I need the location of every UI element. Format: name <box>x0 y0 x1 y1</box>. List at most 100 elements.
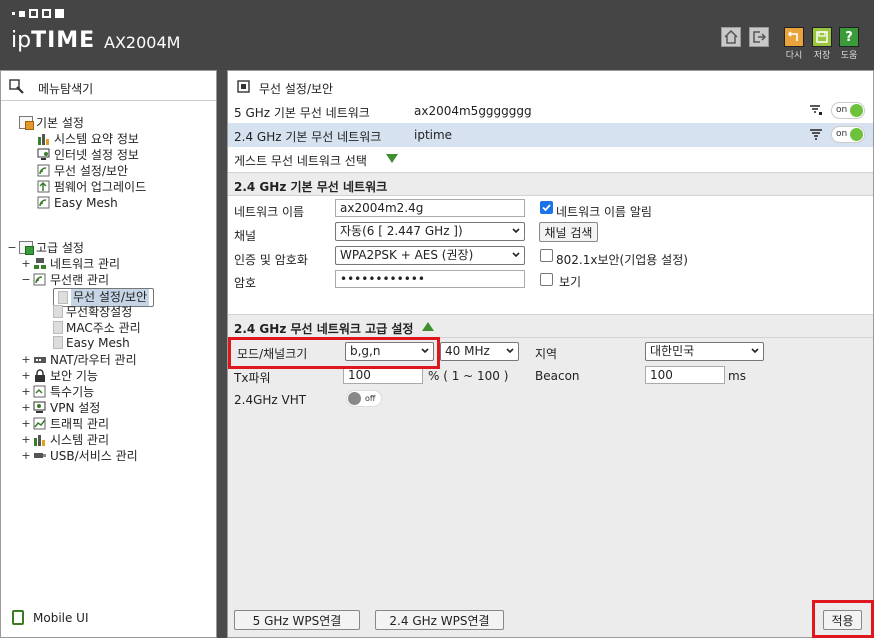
home-button[interactable] <box>721 27 741 47</box>
section-icon <box>237 80 250 93</box>
broadcast-checkbox[interactable] <box>540 201 553 214</box>
network-row-24ghz[interactable]: 2.4 GHz 기본 무선 네트워크 iptime on <box>228 123 873 147</box>
network-name: 2.4 GHz 기본 무선 네트워크 <box>234 130 382 144</box>
tree-item-network[interactable]: + 네트워크 관리 <box>21 256 120 271</box>
search-icon <box>9 79 24 94</box>
auth-select[interactable]: WPA2PSK + AES (권장) <box>335 246 525 265</box>
tree-item-mac[interactable]: MAC주소 관리 <box>53 320 141 335</box>
tree-item-label: VPN 설정 <box>50 401 101 415</box>
enterprise-checkbox[interactable] <box>540 249 553 262</box>
auth-label: 인증 및 암호화 <box>234 253 308 267</box>
tx-power-label: Tx파워 <box>234 371 271 385</box>
chart-icon <box>33 433 47 446</box>
expand-icon[interactable]: + <box>21 353 31 366</box>
save-button[interactable] <box>812 27 832 47</box>
mobile-ui-link[interactable]: Mobile UI <box>12 610 89 625</box>
filter-icon[interactable] <box>810 105 822 116</box>
tree-advanced-settings[interactable]: − 고급 설정 <box>7 240 84 255</box>
beacon-label: Beacon <box>535 369 580 383</box>
channel-width-select[interactable]: 40 MHz <box>440 342 519 361</box>
tree-basic-settings-label: 기본 설정 <box>36 116 84 130</box>
channel-select[interactable]: 자동(6 [ 2.447 GHz ]) <box>335 222 525 241</box>
tx-power-range: % ( 1 ~ 100 ) <box>428 369 509 383</box>
folder-plus-icon <box>19 116 34 130</box>
beacon-input[interactable]: 100 <box>645 366 725 384</box>
tree-item-system[interactable]: + 시스템 관리 <box>21 432 109 447</box>
basic-section-header: 2.4 GHz 기본 무선 네트워크 <box>228 172 873 196</box>
tree-item-easymesh-sub[interactable]: Easy Mesh <box>53 335 130 350</box>
page-title: 무선 설정/보안 <box>259 82 334 96</box>
tree-item-label: 트래픽 관리 <box>50 417 110 431</box>
expand-icon[interactable]: + <box>21 385 31 398</box>
tree-item-system-summary[interactable]: 시스템 요약 정보 <box>37 131 139 146</box>
usb-icon <box>33 449 47 462</box>
network-toggle[interactable]: on <box>831 102 865 119</box>
tree-advanced-settings-label: 고급 설정 <box>36 241 84 255</box>
chart-icon <box>37 132 51 145</box>
router-icon <box>33 353 47 366</box>
triangle-up-icon[interactable] <box>422 322 434 331</box>
channel-search-button[interactable]: 채널 검색 <box>539 222 598 242</box>
advanced-section-header[interactable]: 2.4 GHz 무선 네트워크 고급 설정 <box>228 314 873 338</box>
tree-item-security[interactable]: + 보안 기능 <box>21 368 98 383</box>
tree-item-wlan[interactable]: − 무선랜 관리 <box>21 272 109 287</box>
expand-icon[interactable]: + <box>21 449 31 462</box>
guest-network-row[interactable]: 게스트 무선 네트워크 선택 <box>228 147 873 172</box>
tree-item-wireless-security[interactable]: 무선 설정/보안 <box>37 163 128 178</box>
region-select[interactable]: 대한민국 <box>645 342 764 361</box>
tree-item-firmware[interactable]: 펌웨어 업그레이드 <box>37 179 146 194</box>
filter-icon[interactable] <box>810 129 822 140</box>
help-button[interactable]: ? <box>839 27 859 47</box>
collapse-icon[interactable]: − <box>21 273 31 286</box>
tree-item-nat[interactable]: + NAT/라우터 관리 <box>21 352 136 367</box>
vpn-icon <box>33 401 47 414</box>
menu-explorer-header: 메뉴탐색기 <box>1 71 216 101</box>
help-icon: ? <box>845 29 853 45</box>
expand-icon[interactable]: + <box>21 369 31 382</box>
wps-24ghz-button[interactable]: 2.4 GHz WPS연결 <box>375 610 504 630</box>
network-name-label: 네트워크 이름 <box>234 205 305 219</box>
network-row-5ghz[interactable]: 5 GHz 기본 무선 네트워크 ax2004m5ggggggg on <box>228 99 873 123</box>
tree-item-traffic[interactable]: + 트래픽 관리 <box>21 416 109 431</box>
restart-icon <box>787 31 798 41</box>
menu-explorer: 메뉴탐색기 기본 설정 시스템 요약 정보 인터넷 설정 정보 무선 설정/보안… <box>0 70 217 638</box>
expand-icon[interactable]: + <box>21 417 31 430</box>
expand-icon[interactable]: + <box>21 433 31 446</box>
show-password-checkbox[interactable] <box>540 273 553 286</box>
collapse-icon[interactable]: − <box>7 241 17 254</box>
tree-item-label: 무선 설정/보안 <box>54 164 129 178</box>
chevron-down-icon <box>751 348 759 354</box>
expand-icon[interactable]: + <box>21 401 31 414</box>
chevron-down-icon <box>512 228 520 234</box>
restart-button[interactable] <box>784 27 804 47</box>
expand-icon[interactable]: + <box>21 257 31 270</box>
menu-explorer-title: 메뉴탐색기 <box>38 82 94 96</box>
password-label: 암호 <box>234 276 257 290</box>
tree-item-special[interactable]: + 특수기능 <box>21 384 94 399</box>
password-input[interactable]: •••••••••••• <box>335 270 525 288</box>
tree-basic-settings[interactable]: 기본 설정 <box>19 115 84 130</box>
tree-item-internet-info[interactable]: 인터넷 설정 정보 <box>37 147 139 162</box>
vht-toggle[interactable]: off <box>346 390 382 407</box>
network-icon <box>33 257 47 270</box>
page-icon <box>53 336 63 349</box>
tree-item-usb[interactable]: + USB/서비스 관리 <box>21 448 138 463</box>
help-label: 도움 <box>840 51 858 61</box>
tree-item-wireless-extend[interactable]: 무선확장설정 <box>53 304 132 319</box>
folder-plus-icon <box>19 241 34 255</box>
wps-5ghz-button[interactable]: 5 GHz WPS연결 <box>234 610 360 630</box>
tree-item-label: 특수기능 <box>50 385 95 399</box>
tree-item-vpn[interactable]: + VPN 설정 <box>21 400 100 415</box>
advanced-section-title: 2.4 GHz 무선 네트워크 고급 설정 <box>234 322 414 336</box>
tree-item-easymesh[interactable]: Easy Mesh <box>37 195 118 210</box>
header: ipTIME AX2004M 다시 저장 ? 도움 <box>0 0 874 70</box>
network-name-input[interactable]: ax2004m2.4g <box>335 199 525 217</box>
monitor-icon <box>37 148 51 161</box>
triangle-down-icon[interactable] <box>386 154 398 163</box>
network-ssid: ax2004m5ggggggg <box>414 104 532 118</box>
special-icon <box>33 385 47 398</box>
network-name: 5 GHz 기본 무선 네트워크 <box>234 106 370 120</box>
network-toggle[interactable]: on <box>831 126 865 143</box>
logout-button[interactable] <box>749 27 769 47</box>
tree-item-label: USB/서비스 관리 <box>50 449 138 463</box>
